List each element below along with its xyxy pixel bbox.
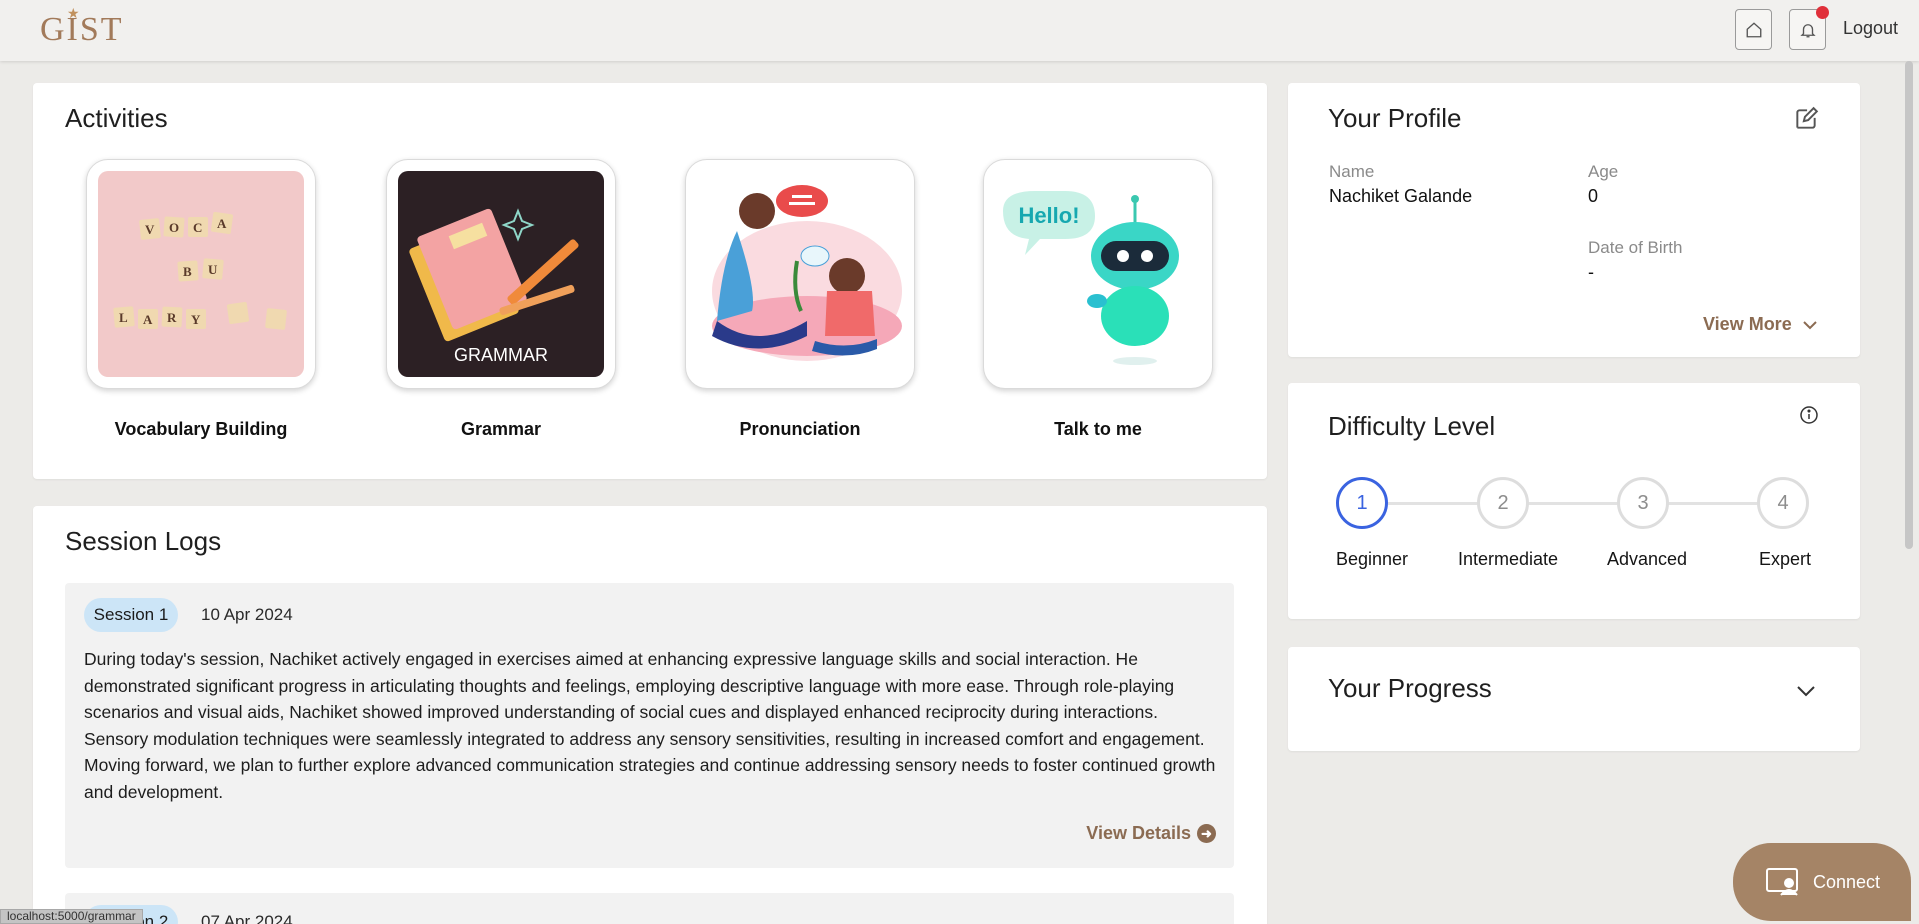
connect-label: Connect (1813, 871, 1881, 892)
difficulty-title: Difficulty Level (1328, 411, 1496, 441)
top-navbar: GIST ★ Logout (0, 0, 1919, 61)
profile-title: Your Profile (1328, 103, 1462, 133)
status-bar-url: localhost:5000/grammar (0, 909, 143, 924)
people-talking-icon (712, 185, 902, 361)
notification-dot (1816, 6, 1829, 19)
name-value: Nachiket Galande (1329, 186, 1473, 206)
chevron-down-icon (1802, 320, 1817, 329)
activity-label[interactable]: Pronunciation (685, 419, 915, 440)
progress-title: Your Progress (1328, 673, 1492, 703)
activity-vocabulary[interactable]: V O C A B U L A R Y Vocabulary Building (86, 159, 316, 439)
svg-text:U: U (208, 262, 218, 277)
chevron-down-icon[interactable] (1796, 684, 1816, 698)
page-scrollbar[interactable] (1905, 61, 1913, 549)
view-more-label: View More (1703, 314, 1792, 334)
hello-bubble-text: Hello! (1018, 203, 1079, 228)
activity-grammar[interactable]: GRAMMAR Grammar (386, 159, 616, 439)
level-4-step[interactable]: 4 (1757, 477, 1809, 529)
level-1-label: Beginner (1335, 549, 1409, 569)
svg-text:A: A (217, 216, 227, 231)
dob-value: - (1588, 262, 1594, 282)
books-pencils-icon: GRAMMAR (409, 208, 579, 365)
session-log-entry: Session 1 10 Apr 2024 During today's ses… (65, 583, 1234, 868)
view-more-button[interactable]: View More (1703, 314, 1818, 335)
gist-logo[interactable]: GIST ★ (40, 7, 124, 50)
svg-text:R: R (167, 310, 177, 325)
talk-to-me-image: Hello! (995, 171, 1201, 377)
grammar-image: GRAMMAR (398, 171, 604, 377)
level-1-step[interactable]: 1 (1336, 477, 1388, 529)
svg-text:A: A (143, 312, 153, 327)
level-3-label: Advanced (1606, 549, 1688, 569)
edit-profile-button[interactable] (1793, 106, 1819, 137)
activity-label[interactable]: Grammar (386, 419, 616, 440)
session-badge: Session 1 (84, 598, 178, 632)
difficulty-track (1388, 502, 1782, 505)
home-icon (1746, 21, 1761, 37)
age-label: Age (1588, 162, 1619, 181)
arrow-right-circle-icon: ➜ (1197, 824, 1216, 843)
bell-icon (1799, 23, 1816, 37)
level-2-label: Intermediate (1457, 549, 1559, 569)
activity-pronunciation[interactable]: Pronunciation (685, 159, 915, 439)
logo-star-icon: ★ (67, 7, 82, 22)
svg-text:C: C (193, 220, 202, 235)
activity-image-frame[interactable]: V O C A B U L A R Y (86, 159, 316, 389)
session-summary: During today's session, Nachiket activel… (84, 649, 1216, 802)
level-3-step[interactable]: 3 (1617, 477, 1669, 529)
svg-text:L: L (119, 310, 128, 325)
notifications-button[interactable] (1789, 6, 1829, 50)
logo-text: GIST (40, 11, 124, 48)
activity-label[interactable]: Talk to me (983, 419, 1213, 440)
robot-hello-icon: Hello! (1003, 191, 1179, 365)
activity-talk-to-me[interactable]: Hello! Talk to me (983, 159, 1213, 439)
view-details-label: View Details (1086, 823, 1191, 843)
pronunciation-image (697, 171, 903, 377)
activities-title: Activities (65, 103, 168, 133)
level-4-label: Expert (1758, 549, 1812, 569)
activity-image-frame[interactable]: GRAMMAR (386, 159, 616, 389)
grammar-tile-text: GRAMMAR (454, 345, 548, 365)
vocabulary-image: V O C A B U L A R Y (98, 171, 304, 377)
svg-text:O: O (169, 220, 179, 235)
difficulty-info-button[interactable] (1799, 405, 1819, 430)
activity-image-frame[interactable]: Hello! (983, 159, 1213, 389)
dob-label: Date of Birth (1588, 238, 1683, 257)
svg-text:Y: Y (191, 312, 201, 327)
scrabble-tiles-icon: V O C A B U L A R Y (113, 211, 287, 330)
age-value: 0 (1588, 186, 1599, 206)
edit-icon (1796, 106, 1819, 129)
progress-card[interactable]: Your Progress (1288, 647, 1860, 751)
activity-label[interactable]: Vocabulary Building (86, 419, 316, 440)
session-date: 07 Apr 2024 (201, 912, 293, 924)
svg-text:V: V (145, 222, 155, 237)
logout-link[interactable]: Logout (1843, 18, 1898, 39)
session-date: 10 Apr 2024 (201, 605, 293, 624)
screen-share-icon (1766, 868, 1798, 896)
session-log-entry: Session 2 07 Apr 2024 (65, 893, 1234, 924)
level-2-step[interactable]: 2 (1477, 477, 1529, 529)
svg-text:B: B (183, 264, 192, 279)
home-button[interactable] (1735, 9, 1772, 50)
session-logs-title: Session Logs (65, 526, 222, 556)
view-details-link[interactable]: View Details ➜ (1086, 823, 1216, 844)
activity-image-frame[interactable] (685, 159, 915, 389)
name-label: Name (1329, 162, 1375, 181)
connect-button[interactable]: Connect (1733, 843, 1911, 921)
info-icon (1800, 406, 1818, 424)
